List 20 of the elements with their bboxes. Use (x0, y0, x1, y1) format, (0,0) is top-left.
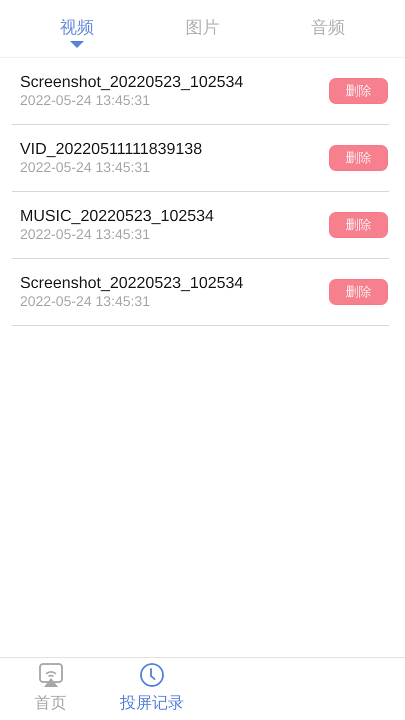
timestamp: 2022-05-24 13:45:31 (20, 159, 151, 176)
delete-button[interactable]: 删除 (329, 212, 388, 238)
tab[interactable]: 图片 (185, 18, 220, 38)
timestamp: 2022-05-24 13:45:31 (20, 92, 151, 109)
delete-button[interactable]: 删除 (329, 279, 388, 305)
tab[interactable]: 视频 (60, 18, 94, 38)
file-name: VID_20220511111839138 (20, 140, 204, 159)
nav-item[interactable]: 首页 (0, 658, 102, 720)
file-name: Screenshot_20220523_102534 (20, 73, 244, 92)
tab[interactable]: 音频 (311, 18, 346, 38)
nav-item[interactable]: 投屏记录 (101, 658, 202, 720)
timestamp: 2022-05-24 13:45:31 (20, 293, 151, 310)
clock-icon (138, 662, 165, 688)
timestamp: 2022-05-24 13:45:31 (20, 226, 151, 243)
triangle-icon (70, 41, 84, 48)
delete-button[interactable]: 删除 (329, 145, 388, 171)
file-name: Screenshot_20220523_102534 (20, 274, 244, 293)
cast-icon (38, 662, 64, 688)
file-name: MUSIC_20220523_102534 (20, 207, 215, 226)
delete-button[interactable]: 删除 (329, 78, 388, 104)
